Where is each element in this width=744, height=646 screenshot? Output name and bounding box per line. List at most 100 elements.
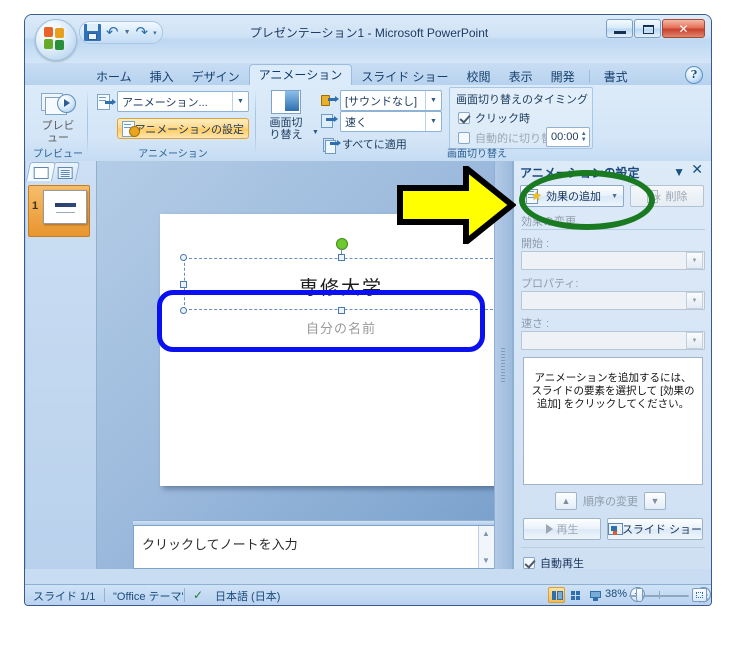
- auto-advance-spinner[interactable]: 00:00 ▲ ▼: [546, 127, 590, 147]
- slide-canvas[interactable]: 専修大学 自分の名前: [160, 214, 522, 486]
- zoom-level[interactable]: 38%: [605, 588, 627, 600]
- property-combo[interactable]: ▼: [521, 291, 705, 310]
- fit-slide-button[interactable]: [692, 588, 707, 602]
- autoplay-row[interactable]: 自動再生: [523, 555, 584, 571]
- tab-home[interactable]: ホーム: [87, 67, 141, 87]
- spellcheck-icon[interactable]: ✓: [193, 588, 203, 602]
- undo-dropdown-icon[interactable]: ▼: [124, 29, 131, 36]
- notes-pane[interactable]: クリックしてノートを入力 ▲ ▼: [133, 525, 495, 569]
- start-chevron-down-icon[interactable]: ▼: [686, 252, 703, 269]
- speed-chevron-down-icon[interactable]: ▼: [686, 332, 703, 349]
- transition-sound-icon: [321, 93, 339, 107]
- tab-design[interactable]: デザイン: [183, 67, 249, 87]
- slideshow-button[interactable]: スライド ショー: [607, 518, 703, 540]
- on-click-checkbox[interactable]: [458, 112, 470, 124]
- pane-splitter[interactable]: [494, 161, 513, 569]
- reorder-label: 順序の変更: [583, 496, 638, 508]
- add-effect-button[interactable]: ★ 効果の追加 ▼: [520, 185, 624, 207]
- handle-bottom-center[interactable]: [338, 307, 345, 314]
- handle-bottom-left[interactable]: [180, 307, 187, 314]
- subtitle-placeholder[interactable]: 自分の名前: [184, 318, 498, 337]
- speed-combo[interactable]: ▼: [521, 331, 705, 350]
- on-click-label: クリック時: [475, 113, 530, 125]
- preview-button[interactable]: プレビュー: [38, 90, 78, 144]
- maximize-button[interactable]: [634, 19, 661, 38]
- arrow-down-icon: ▼: [650, 496, 660, 506]
- tab-developer[interactable]: 開発: [542, 67, 584, 87]
- property-chevron-down-icon[interactable]: ▼: [686, 292, 703, 309]
- remove-effect-button[interactable]: ✕ 削除: [630, 185, 704, 207]
- autoplay-checkbox[interactable]: [523, 557, 535, 569]
- transition-speed-value: 速く: [345, 116, 367, 129]
- custom-animation-button[interactable]: アニメーションの設定: [117, 118, 249, 139]
- slide-sorter-button[interactable]: [567, 587, 584, 603]
- start-combo[interactable]: ▼: [521, 251, 705, 270]
- task-pane-chevron-down-icon[interactable]: ▼: [673, 165, 685, 179]
- title-placeholder[interactable]: 専修大学: [180, 238, 502, 314]
- notes-scroll-up-icon[interactable]: ▲: [482, 529, 490, 538]
- reorder-up-button[interactable]: ▲: [555, 492, 577, 510]
- apply-to-all-icon: [323, 137, 341, 154]
- theme-name[interactable]: "Office テーマ": [113, 588, 185, 604]
- slide-thumbnail-1[interactable]: 1: [28, 185, 90, 237]
- preview-icon: [41, 90, 76, 120]
- handle-middle-left[interactable]: [180, 281, 187, 288]
- slide-thumbnail-page: [43, 190, 87, 224]
- minimize-button[interactable]: [606, 19, 633, 38]
- transition-speed-chevron-down-icon[interactable]: ▼: [425, 112, 441, 131]
- zoom-slider[interactable]: [629, 588, 689, 602]
- rotate-handle[interactable]: [336, 238, 348, 257]
- slideshow-icon: [608, 522, 623, 536]
- tab-insert[interactable]: 挿入: [141, 67, 183, 87]
- office-button[interactable]: [35, 19, 77, 61]
- slideshow-view-button[interactable]: [586, 587, 603, 603]
- tab-review[interactable]: 校閲: [458, 67, 500, 87]
- animate-combo-chevron-down-icon[interactable]: ▼: [232, 92, 248, 111]
- reorder-down-button[interactable]: ▼: [644, 492, 666, 510]
- transition-gallery-chevron-down-icon[interactable]: ▼: [312, 129, 319, 136]
- timing-title: 画面切り替えのタイミング: [456, 94, 588, 106]
- animate-combo[interactable]: アニメーション... ▼: [117, 91, 249, 112]
- tab-slideshow[interactable]: スライド ショー: [352, 67, 457, 87]
- customize-qat-icon[interactable]: ▾: [153, 29, 157, 37]
- help-icon[interactable]: ?: [685, 66, 703, 84]
- preview-button-label: プレビュー: [41, 120, 75, 144]
- effect-list[interactable]: アニメーションを追加するには、スライドの要素を選択して [効果の追加] をクリッ…: [523, 357, 703, 485]
- add-effect-chevron-down-icon[interactable]: ▼: [611, 193, 618, 200]
- tab-animations[interactable]: アニメーション: [248, 64, 353, 86]
- undo-icon[interactable]: ↶: [106, 24, 119, 41]
- transition-speed-combo[interactable]: 速く ▼: [340, 111, 442, 132]
- normal-view-button[interactable]: [548, 587, 565, 603]
- splitter-grip: [501, 348, 505, 382]
- language-indicator[interactable]: 日本語 (日本): [215, 588, 280, 604]
- status-bar: スライド 1/1 "Office テーマ" ✓ 日本語 (日本) 38% − +: [25, 584, 711, 605]
- play-button[interactable]: 再生: [523, 518, 601, 540]
- transition-sound-combo[interactable]: [サウンドなし] ▼: [340, 90, 442, 111]
- tab-view[interactable]: 表示: [500, 67, 542, 87]
- slides-tab[interactable]: [25, 162, 57, 181]
- spinner-arrows-icon[interactable]: ▲ ▼: [579, 128, 589, 146]
- change-effect-label: 効果の変更: [521, 216, 576, 228]
- task-pane-divider-2: [521, 547, 705, 548]
- start-label: 開始 :: [521, 238, 550, 250]
- remove-effect-label: 削除: [665, 191, 688, 203]
- on-click-row[interactable]: クリック時: [458, 110, 530, 126]
- window-controls: ✕: [606, 19, 705, 39]
- tab-format[interactable]: 書式: [595, 67, 637, 87]
- handle-top-left[interactable]: [180, 254, 187, 261]
- transition-gallery-button[interactable]: 画面切 り替え: [261, 89, 311, 141]
- transition-sound-chevron-down-icon[interactable]: ▼: [425, 91, 441, 110]
- autoplay-label: 自動再生: [540, 558, 584, 570]
- save-icon[interactable]: [84, 24, 101, 41]
- zoom-slider-thumb[interactable]: [636, 588, 643, 602]
- close-button[interactable]: ✕: [662, 19, 705, 38]
- auto-advance-checkbox[interactable]: [458, 132, 470, 144]
- notes-scrollbar[interactable]: ▲ ▼: [478, 526, 494, 568]
- redo-icon[interactable]: ↷: [136, 24, 149, 41]
- notes-scroll-down-icon[interactable]: ▼: [482, 556, 490, 565]
- task-pane-close-icon[interactable]: ✕: [691, 162, 703, 178]
- transition-timing-box: 画面切り替えのタイミング クリック時 自動的に切り替え: 00:00 ▲ ▼: [449, 87, 593, 149]
- handle-top-center[interactable]: [338, 254, 345, 261]
- custom-animation-task-pane: アニメーションの設定 ▼ ✕ ★ 効果の追加 ▼ ✕ 削除 効果の変更 開始:…: [513, 161, 711, 571]
- slideshow-label: スライド ショー: [621, 524, 702, 536]
